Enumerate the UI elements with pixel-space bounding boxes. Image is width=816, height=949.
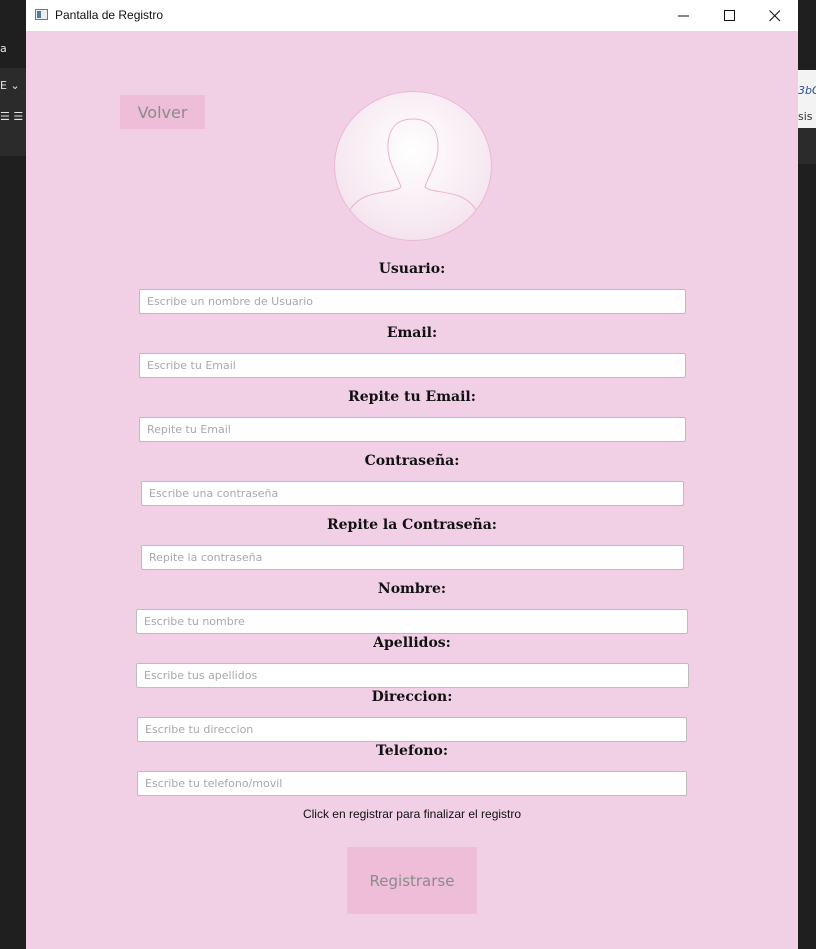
background-text: a [0,42,7,55]
register-hint: Click en registrar para finalizar el reg… [302,807,522,821]
password-label: Contraseña: [364,453,460,469]
repeat-email-input[interactable] [139,417,686,442]
avatar[interactable] [334,91,492,241]
minimize-icon [678,15,689,17]
address-label: Direccion: [371,689,453,705]
username-label: Usuario: [378,261,446,277]
phone-input[interactable] [137,771,687,796]
maximize-button[interactable] [707,0,753,31]
close-button[interactable] [752,0,798,31]
form-content: Volver Usuario: Email: Repite tu Email: … [26,31,798,949]
registration-window: Pantalla de Registro Volver Usuario: Ema… [26,0,798,949]
background-text: ☰ ☰ [0,110,24,123]
password-input[interactable] [141,481,684,506]
app-icon [35,9,48,20]
background-text: E ⌄ [0,79,20,92]
window-title: Pantalla de Registro [55,8,164,22]
username-input[interactable] [139,289,686,314]
minimize-button[interactable] [661,0,707,31]
repeat-password-label: Repite la Contraseña: [327,517,497,533]
repeat-email-label: Repite tu Email: [348,389,476,405]
surname-input[interactable] [136,663,689,688]
address-input[interactable] [137,717,687,742]
title-bar[interactable]: Pantalla de Registro [26,0,798,31]
background-text: sis [798,110,813,123]
close-icon [769,10,781,22]
maximize-icon [724,10,735,21]
name-label: Nombre: [377,581,447,597]
email-label: Email: [386,325,438,341]
surname-label: Apellidos: [373,635,451,651]
back-button[interactable]: Volver [120,95,205,129]
user-silhouette-icon [348,118,478,213]
repeat-password-input[interactable] [141,545,684,570]
phone-label: Telefono: [376,743,448,759]
register-button[interactable]: Registrarse [347,847,477,914]
background-editor-right: 3bC sis [798,0,816,949]
background-editor-left: a E ⌄ ☰ ☰ [0,0,26,949]
background-text: 3bC [798,84,816,97]
name-input[interactable] [136,609,688,634]
background-dark-strip [798,128,816,164]
email-input[interactable] [139,353,686,378]
